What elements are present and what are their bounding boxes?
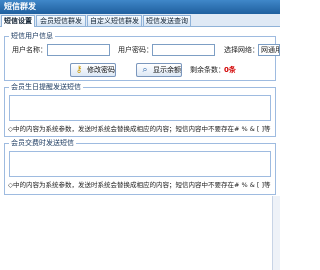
tab-sms-settings[interactable]: 短信设置: [1, 15, 35, 27]
password-label: 用户密码：: [118, 46, 153, 54]
sms-user-info-title: 短信用户信息: [9, 32, 55, 41]
show-balance-label: 显示余额: [153, 66, 181, 74]
consume-sms-textarea[interactable]: [9, 151, 271, 177]
tab-sms-query[interactable]: 短信发送查询: [143, 15, 191, 26]
balance-value: 0条: [224, 66, 236, 74]
gateway-label: 选择网络：: [224, 46, 259, 54]
birthday-sms-title: 会员生日提醒发送短信: [9, 83, 83, 92]
tab-member-bulk-sms[interactable]: 会员短信群发: [36, 15, 86, 26]
birthday-sms-textarea[interactable]: [9, 95, 271, 121]
username-label: 用户名称：: [12, 46, 47, 54]
tab-bar: 短信设置 会员短信群发 自定义短信群发 短信发送查询: [0, 14, 280, 27]
gateway-select[interactable]: 网通用: [258, 44, 280, 56]
password-input[interactable]: [152, 44, 215, 56]
birthday-sms-hint: ◇中的内容为系统参数，发送时系统会替换成相应的内容；短信内容中不要存在# % &…: [8, 125, 271, 133]
consume-sms-hint: ◇中的内容为系统参数，发送时系统会替换成相应的内容；短信内容中不要存在# % &…: [8, 181, 271, 189]
key-icon: ⚷: [75, 65, 83, 75]
change-password-button[interactable]: ⚷ 修改密码: [70, 63, 116, 77]
balance-label: 剩余条数：: [190, 66, 225, 74]
show-balance-button[interactable]: ⌕ 显示余额: [136, 63, 182, 77]
consume-sms-title: 会员交费时发送短信: [9, 139, 76, 148]
change-password-label: 修改密码: [87, 66, 115, 74]
username-input[interactable]: [47, 44, 110, 56]
window-title: 短信群发: [0, 0, 280, 14]
vertical-scrollbar[interactable]: [272, 196, 280, 270]
magnifier-icon: ⌕: [142, 65, 148, 75]
tab-custom-bulk-sms[interactable]: 自定义短信群发: [87, 15, 142, 26]
